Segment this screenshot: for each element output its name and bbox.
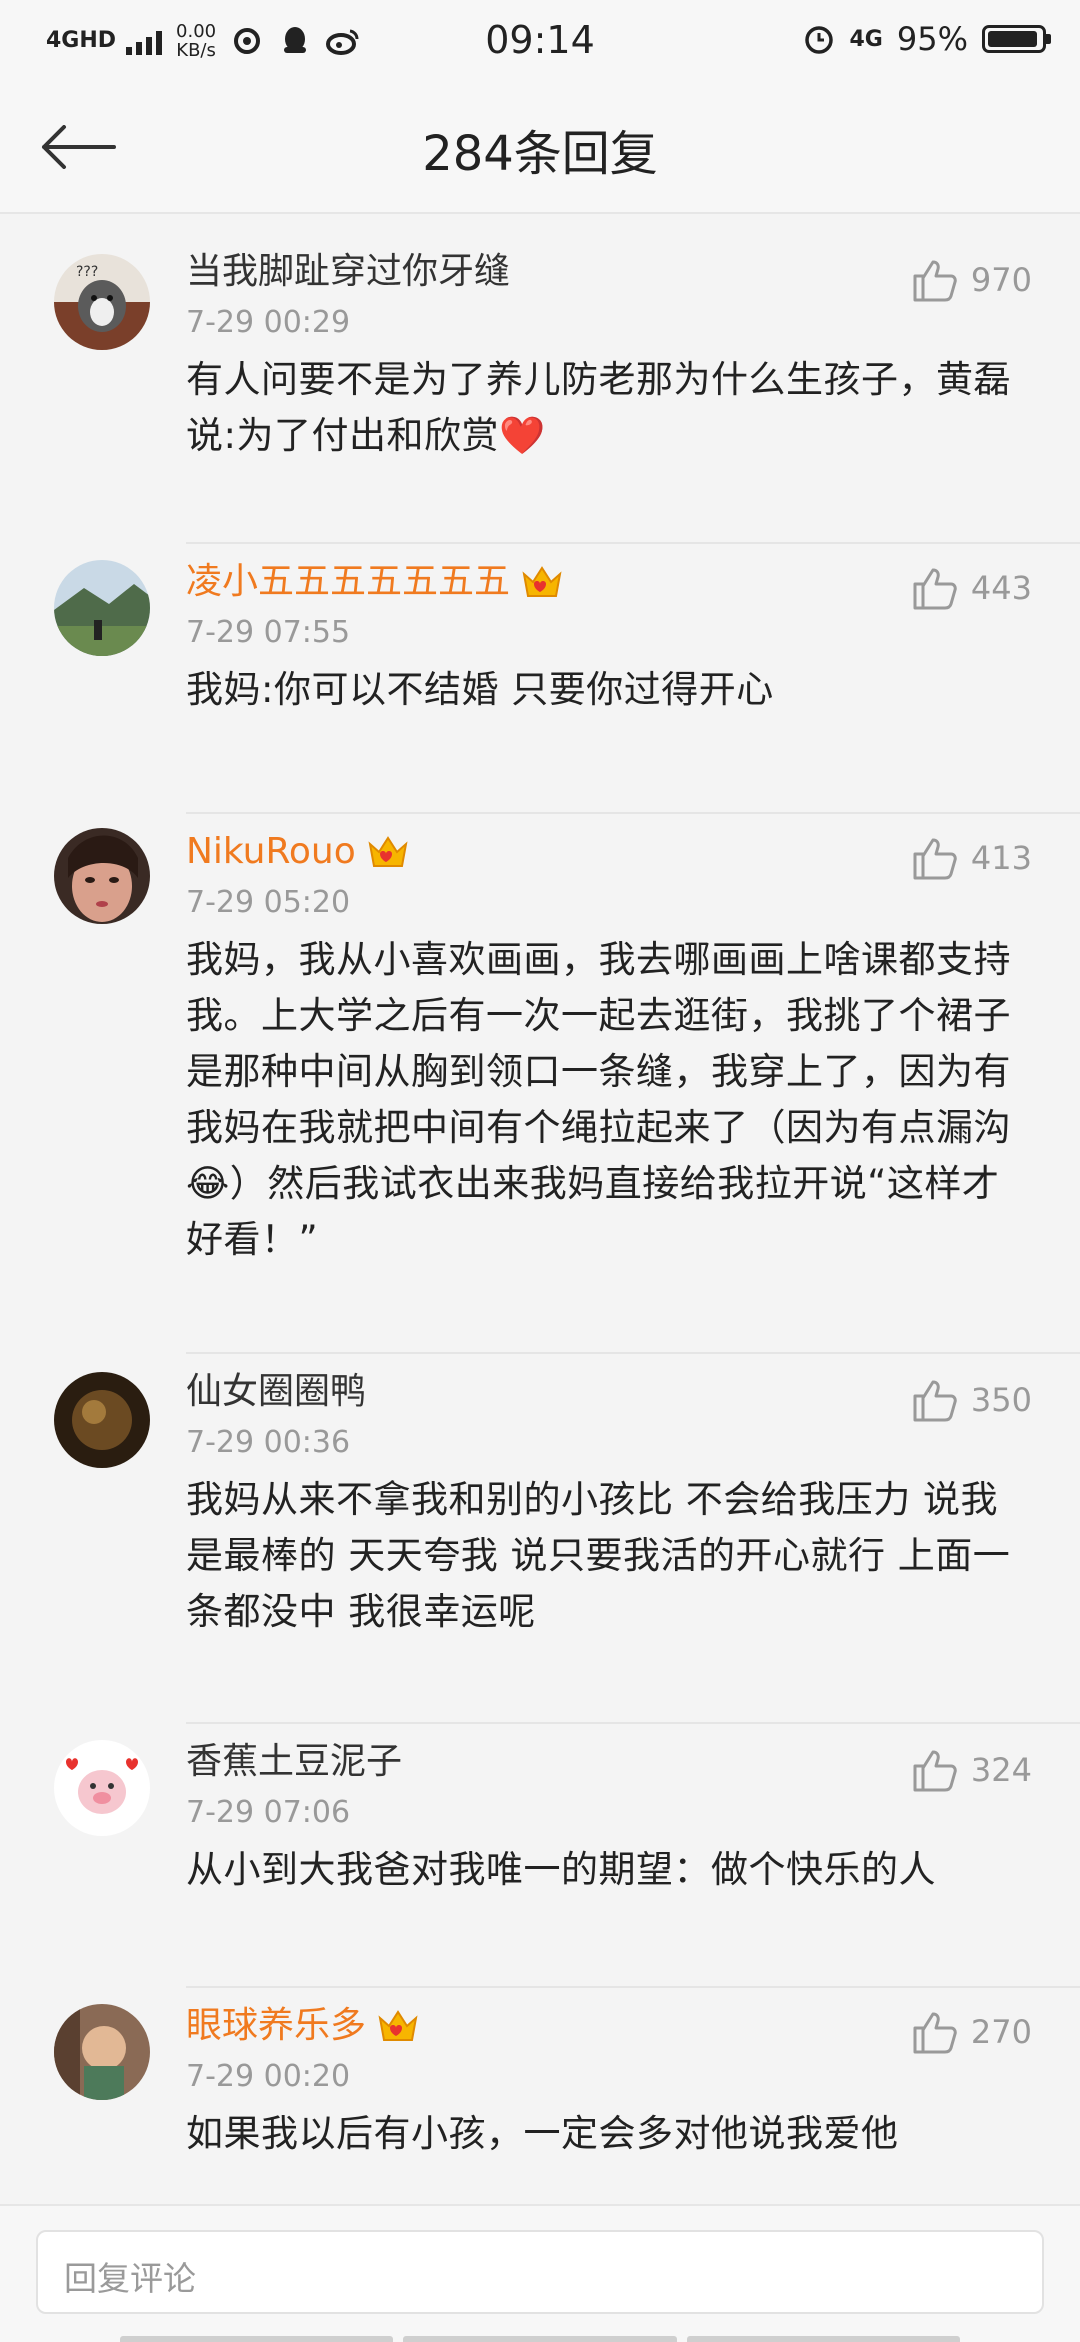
username-text[interactable]: 凌小五五五五五五五: [186, 560, 510, 604]
like-button[interactable]: 350: [911, 1378, 1032, 1422]
thumbs-up-icon: [913, 1380, 957, 1422]
vip-crown-icon: [522, 566, 562, 597]
comment-text: 我妈，我从小喜欢画画，我去哪画画上啥课都支持我。上大学之后有一次一起去逛街，我挑…: [186, 938, 1011, 1261]
thumbs-up-icon: [913, 568, 957, 610]
like-button[interactable]: 270: [911, 2010, 1032, 2054]
comment-time: 7-29 00:36: [186, 1425, 351, 1460]
comment-text: 我妈从来不拿我和别的小孩比 不会给我压力 说我是最棒的 天天夸我 说只要我活的开…: [186, 1478, 1011, 1633]
comment-item[interactable]: ??? 当我脚趾穿过你牙缝 7-29 00:29 有人问要不是为了养儿防老那为什…: [0, 232, 1080, 542]
username-text[interactable]: NikuRouo: [186, 830, 356, 874]
battery-percent: 95%: [896, 20, 968, 58]
like-button[interactable]: 970: [911, 258, 1032, 302]
comment-item[interactable]: 仙女圈圈鸭 7-29 00:36 我妈从来不拿我和别的小孩比 不会给我压力 说我…: [0, 1352, 1080, 1722]
comment-item[interactable]: 凌小五五五五五五五 7-29 07:55 我妈:你可以不结婚 只要你过得开心 4…: [0, 542, 1080, 812]
comment-text: 从小到大我爸对我唯一的期望：做个快乐的人: [186, 1848, 936, 1891]
divider: [186, 1722, 1080, 1724]
like-count: 443: [970, 569, 1032, 607]
avatar[interactable]: ???: [54, 254, 150, 350]
comment-time: 7-29 07:06: [186, 1795, 351, 1830]
navigation-hint-bar: [120, 2336, 960, 2342]
battery-icon: [982, 25, 1051, 53]
top-bar: 284条回复: [0, 84, 1080, 214]
thumbs-up-icon: [913, 838, 957, 880]
reply-input[interactable]: 回复评论: [36, 2230, 1044, 2314]
comment-text: 有人问要不是为了养儿防老那为什么生孩子，黄磊说:为了付出和欣赏❤️: [186, 358, 1011, 457]
comment-time: 7-29 05:20: [186, 885, 351, 920]
thumbs-up-icon: [913, 1750, 957, 1792]
comment-item[interactable]: 眼球养乐多 7-29 00:20 如果我以后有小孩，一定会多对他说我爱他 270: [0, 1986, 1080, 2206]
comment-list[interactable]: ??? 当我脚趾穿过你牙缝 7-29 00:29 有人问要不是为了养儿防老那为什…: [0, 232, 1080, 2206]
divider: [186, 812, 1080, 814]
comment-time: 7-29 07:55: [186, 615, 351, 650]
username[interactable]: 当我脚趾穿过你牙缝: [186, 250, 1030, 294]
username-text[interactable]: 眼球养乐多: [186, 2004, 366, 2048]
like-button[interactable]: 443: [911, 566, 1032, 610]
divider: [186, 1986, 1080, 1988]
comment-time: 7-29 00:29: [186, 305, 351, 340]
like-count: 270: [970, 2013, 1032, 2051]
like-count: 970: [970, 261, 1032, 299]
page-title: 284条回复: [422, 126, 658, 182]
username[interactable]: 香蕉土豆泥子: [186, 1740, 1030, 1784]
reply-bar: 回复评论: [0, 2204, 1080, 2342]
thumbs-up-icon: [913, 260, 957, 302]
username[interactable]: NikuRouo: [186, 830, 1030, 874]
vip-crown-icon: [368, 836, 408, 867]
comment-text: 如果我以后有小孩，一定会多对他说我爱他: [186, 2112, 899, 2155]
avatar[interactable]: [54, 2004, 150, 2100]
username[interactable]: 仙女圈圈鸭: [186, 1370, 1030, 1414]
vip-crown-icon: [378, 2010, 418, 2041]
like-count: 324: [970, 1751, 1032, 1789]
status-right: 4G 95%: [802, 20, 1051, 58]
battery-fill: [988, 31, 1037, 47]
network-4g-label: 4G: [849, 26, 883, 52]
like-button[interactable]: 413: [911, 836, 1032, 880]
like-count: 350: [970, 1381, 1032, 1419]
alarm-icon: [802, 22, 836, 56]
like-button[interactable]: 324: [911, 1748, 1032, 1792]
comment-item[interactable]: NikuRouo 7-29 05:20 我妈，我从小喜欢画画，我去哪画画上啥课都…: [0, 812, 1080, 1352]
comment-time: 7-29 00:20: [186, 2059, 351, 2094]
status-bar: 4GHD 0.00 KB/s 09:14 4G 95%: [0, 0, 1080, 84]
divider: [186, 1352, 1080, 1354]
username[interactable]: 凌小五五五五五五五: [186, 560, 1030, 604]
avatar[interactable]: [54, 1372, 150, 1468]
svg-text:???: ???: [76, 264, 98, 280]
username[interactable]: 眼球养乐多: [186, 2004, 1030, 2048]
comment-item[interactable]: 香蕉土豆泥子 7-29 07:06 从小到大我爸对我唯一的期望：做个快乐的人 3…: [0, 1722, 1080, 1986]
avatar[interactable]: [54, 828, 150, 924]
divider: [186, 542, 1080, 544]
avatar[interactable]: [54, 560, 150, 656]
comment-text: 我妈:你可以不结婚 只要你过得开心: [186, 668, 774, 711]
avatar[interactable]: [54, 1740, 150, 1836]
like-count: 413: [970, 839, 1032, 877]
thumbs-up-icon: [913, 2012, 957, 2054]
